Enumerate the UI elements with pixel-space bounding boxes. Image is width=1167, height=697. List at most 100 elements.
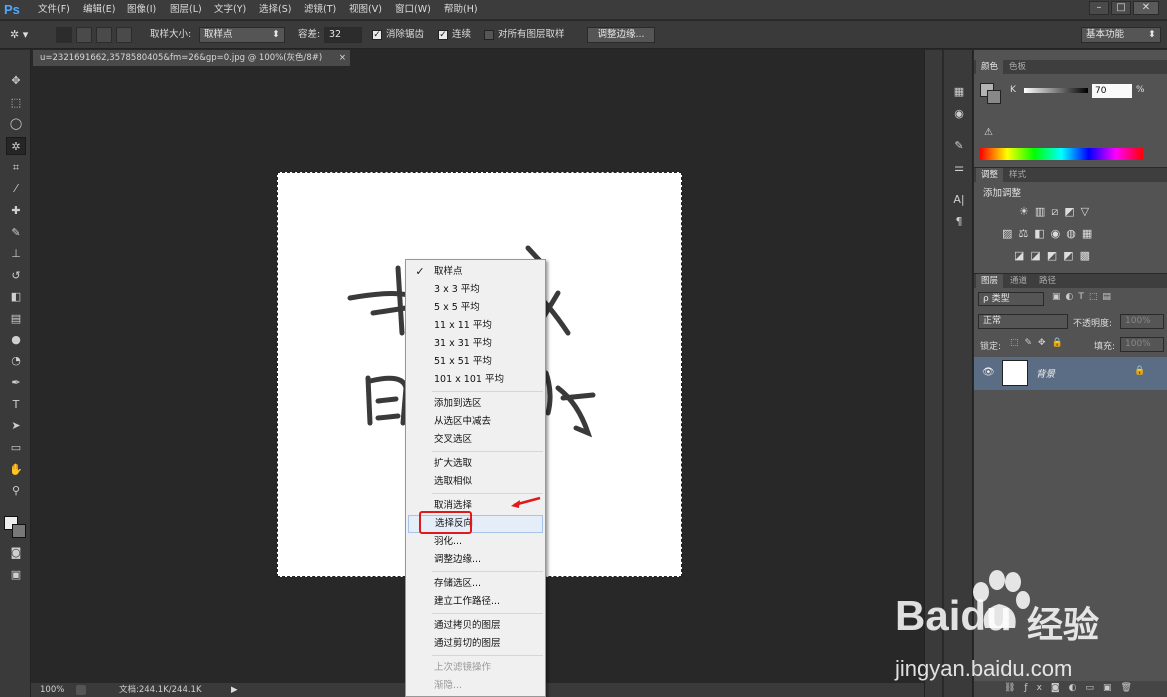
sample-all-layers-checkbox[interactable] [484, 30, 494, 40]
properties-panel-icon[interactable]: ◉ [951, 106, 967, 122]
menu-item-11x11[interactable]: 11 x 11 平均 [408, 317, 543, 335]
pen-tool-icon[interactable]: ✒ [6, 374, 26, 392]
marquee-tool-icon[interactable]: ⬚ [6, 94, 26, 112]
menu-select[interactable]: 选择(S) [259, 3, 291, 17]
menu-item-intersect-selection[interactable]: 交叉选区 [408, 431, 543, 449]
menu-item-layer-via-copy[interactable]: 通过拷贝的图层 [408, 617, 543, 635]
stamp-tool-icon[interactable]: ⊥ [6, 245, 26, 263]
new-selection-icon[interactable] [56, 27, 72, 43]
refine-edge-button[interactable]: 调整边缘... [587, 27, 655, 43]
character-panel-icon[interactable]: A| [951, 192, 967, 208]
menu-item-add-selection[interactable]: 添加到选区 [408, 395, 543, 413]
opacity-input[interactable]: 100% [1120, 314, 1164, 329]
blend-mode-select[interactable]: 正常 [978, 314, 1068, 329]
menu-item-3x3[interactable]: 3 x 3 平均 [408, 281, 543, 299]
magic-wand-tool-icon[interactable]: ✲ [6, 137, 26, 155]
crop-tool-icon[interactable]: ⌗ [6, 159, 26, 177]
paragraph-panel-icon[interactable]: ¶ [951, 214, 967, 230]
layer-name[interactable]: 背景 [1036, 366, 1055, 380]
adjustment-icons-row-2[interactable]: ▨⚖◧◉◍▦ [1002, 227, 1098, 240]
close-tab-icon[interactable]: × [339, 50, 346, 66]
tab-adjustments[interactable]: 调整 [976, 168, 1004, 182]
brush-tool-icon[interactable]: ✎ [6, 224, 26, 242]
status-menu-icon[interactable] [76, 685, 86, 695]
tab-color[interactable]: 颜色 [976, 60, 1004, 74]
tab-styles[interactable]: 样式 [1004, 168, 1031, 182]
menu-item-subtract-selection[interactable]: 从选区中减去 [408, 413, 543, 431]
tab-swatches[interactable]: 色板 [1004, 60, 1031, 74]
menu-item-51x51[interactable]: 51 x 51 平均 [408, 353, 543, 371]
menu-file[interactable]: 文件(F) [38, 3, 70, 17]
intersect-selection-icon[interactable] [116, 27, 132, 43]
tab-channels[interactable]: 通道 [1005, 274, 1032, 288]
menu-item-point-sample[interactable]: ✓ 取样点 [408, 263, 543, 281]
screen-mode-icon[interactable]: ▣ [6, 566, 26, 584]
shape-tool-icon[interactable]: ▭ [6, 439, 26, 457]
eraser-tool-icon[interactable]: ◧ [6, 288, 26, 306]
brush-presets-icon[interactable]: ⚌ [951, 160, 967, 176]
menu-item-refine-edge[interactable]: 调整边缘... [408, 551, 543, 569]
fill-input[interactable]: 100% [1120, 337, 1164, 352]
lock-icons[interactable]: ⬚✎✥🔒 [1010, 338, 1069, 348]
menu-type[interactable]: 文字(Y) [214, 3, 246, 17]
menu-filter[interactable]: 滤镜(T) [304, 3, 336, 17]
document-tab[interactable]: u=2321691662,3578580405&fm=26&gp=0.jpg @… [33, 50, 350, 66]
history-brush-icon[interactable]: ↺ [6, 267, 26, 285]
menu-item-layer-via-cut[interactable]: 通过剪切的图层 [408, 635, 543, 653]
layer-filter-select[interactable]: ρ 类型 [978, 292, 1044, 306]
dodge-tool-icon[interactable]: ◔ [6, 352, 26, 370]
lasso-tool-icon[interactable]: ◯ [6, 115, 26, 133]
tab-paths[interactable]: 路径 [1034, 274, 1061, 288]
maximize-button[interactable]: □ [1111, 1, 1131, 15]
zoom-level[interactable]: 100% [40, 683, 64, 697]
blur-tool-icon[interactable]: ● [6, 331, 26, 349]
brush-panel-icon[interactable]: ✎ [951, 138, 967, 154]
gradient-tool-icon[interactable]: ▤ [6, 310, 26, 328]
antialias-checkbox[interactable]: ✓ [372, 30, 382, 40]
menu-item-5x5[interactable]: 5 x 5 平均 [408, 299, 543, 317]
background-color-swatch[interactable] [12, 524, 26, 538]
path-select-icon[interactable]: ➤ [6, 417, 26, 435]
magic-wand-preset-icon[interactable]: ✲ ▾ [10, 28, 40, 42]
menu-view[interactable]: 视图(V) [349, 3, 382, 17]
layer-row-background[interactable]: 👁 背景 🔒 [974, 357, 1167, 390]
tolerance-input[interactable]: 32 [324, 27, 362, 43]
menu-item-101x101[interactable]: 101 x 101 平均 [408, 371, 543, 389]
history-panel-icon[interactable]: ▦ [951, 84, 967, 100]
healing-brush-icon[interactable]: ✚ [6, 202, 26, 220]
zoom-tool-icon[interactable]: ⚲ [6, 482, 26, 500]
color-ramp[interactable] [980, 148, 1143, 160]
menu-item-make-work-path[interactable]: 建立工作路径... [408, 593, 543, 611]
menu-item-feather[interactable]: 羽化... [408, 533, 543, 551]
tab-layers[interactable]: 图层 [976, 274, 1004, 288]
menu-image[interactable]: 图像(I) [127, 3, 156, 17]
menu-window[interactable]: 窗口(W) [395, 3, 431, 17]
color-bg-swatch[interactable] [987, 90, 1001, 104]
menu-item-grow[interactable]: 扩大选取 [408, 455, 543, 473]
menu-item-similar[interactable]: 选取相似 [408, 473, 543, 491]
minimize-button[interactable]: – [1089, 1, 1109, 15]
close-window-button[interactable]: ✕ [1133, 1, 1159, 15]
menu-help[interactable]: 帮助(H) [444, 3, 478, 17]
eyedropper-tool-icon[interactable]: ⁄ [6, 180, 26, 198]
menu-edit[interactable]: 编辑(E) [83, 3, 115, 17]
visibility-eye-icon[interactable]: 👁 [982, 367, 995, 378]
status-arrow-icon[interactable]: ▶ [231, 683, 238, 697]
color-value-input[interactable]: 70 [1092, 84, 1132, 98]
k-slider[interactable] [1024, 88, 1088, 93]
adjustment-icons-row-1[interactable]: ☀▥⧄◩▽ [1019, 205, 1095, 219]
add-selection-icon[interactable] [76, 27, 92, 43]
type-tool-icon[interactable]: T [6, 396, 26, 414]
subtract-selection-icon[interactable] [96, 27, 112, 43]
contiguous-checkbox[interactable]: ✓ [438, 30, 448, 40]
layer-filter-icons[interactable]: ▣◐T⬚▤ [1052, 292, 1116, 302]
move-tool-icon[interactable]: ✥ [6, 72, 26, 90]
menu-item-save-selection[interactable]: 存储选区... [408, 575, 543, 593]
quick-mask-icon[interactable]: ◙ [6, 544, 26, 562]
sample-size-select[interactable]: 取样点 ⬍ [199, 27, 285, 43]
hand-tool-icon[interactable]: ✋ [6, 461, 26, 479]
menu-layer[interactable]: 图层(L) [170, 3, 202, 17]
menu-item-31x31[interactable]: 31 x 31 平均 [408, 335, 543, 353]
workspace-select[interactable]: 基本功能 ⬍ [1081, 27, 1161, 43]
adjustment-icons-row-3[interactable]: ◪◪◩◩▩ [1014, 249, 1096, 262]
